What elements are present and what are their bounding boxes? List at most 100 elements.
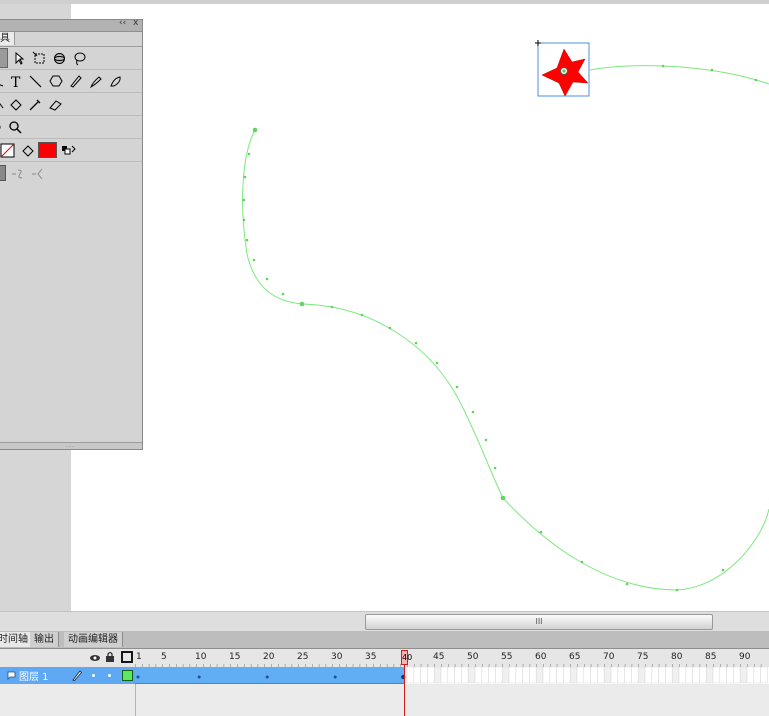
frame-label: 30 (331, 652, 343, 662)
frame-ruler[interactable]: 1 5 10 15 20 25 30 35 40 45 50 55 60 65 … (135, 649, 769, 667)
frame-label: 20 (263, 652, 275, 662)
stroke-color-icon[interactable] (0, 141, 16, 159)
swap-colors-icon[interactable] (59, 141, 77, 159)
snap-icon[interactable] (0, 165, 6, 181)
timeline-divider (135, 684, 136, 716)
pencil-icon (72, 670, 82, 681)
path-node (625, 582, 629, 586)
path-node (754, 78, 758, 82)
visibility-dot[interactable] (92, 674, 95, 677)
tab-motion-editor[interactable]: 动画编辑器 (64, 632, 123, 647)
star-symbol[interactable] (535, 40, 590, 97)
timeline-panel: 时间轴 输出 动画编辑器 1 5 10 15 20 25 30 35 40 45… (0, 631, 769, 716)
text-icon[interactable]: T (6, 72, 24, 90)
frame-label: 90 (739, 652, 751, 662)
path-node (265, 277, 269, 281)
path-node (242, 218, 246, 222)
frame-label: 5 (161, 652, 167, 662)
brush-icon[interactable] (86, 72, 104, 90)
frame-label: 55 (501, 652, 513, 662)
outline-icon[interactable] (121, 651, 133, 663)
tools-tab[interactable]: 具 (0, 32, 15, 45)
eyedropper-icon[interactable] (26, 95, 44, 113)
path-node (388, 326, 392, 330)
smooth-icon[interactable] (8, 164, 26, 182)
tab-timeline[interactable]: 时间轴 (0, 632, 33, 647)
frame-label: 45 (433, 652, 445, 662)
tool-row-fill (0, 93, 142, 116)
3d-rotation-icon[interactable] (50, 49, 68, 67)
path-node (242, 198, 246, 202)
fill-swatch[interactable] (38, 142, 57, 158)
path-node (500, 495, 506, 501)
layer-info[interactable]: 图层 1 (0, 667, 135, 684)
path-node (243, 175, 247, 179)
tools-panel[interactable]: ‹‹ x 具 T ...... (0, 18, 143, 450)
hand-icon[interactable] (0, 118, 4, 136)
crosshair-icon (535, 40, 541, 46)
tool-row-select (0, 47, 142, 70)
path-node (435, 361, 439, 365)
layer-frames[interactable] (135, 667, 769, 684)
stage-artwork (242, 40, 769, 592)
panel-resize-grip[interactable]: ...... (0, 442, 142, 449)
straighten-icon[interactable] (28, 164, 46, 182)
line-icon[interactable] (26, 72, 44, 90)
path-node (721, 568, 725, 572)
path-node (661, 64, 665, 68)
keyframe-dot (401, 674, 406, 680)
pencil-icon[interactable] (66, 72, 84, 90)
stage-horizontal-scrollbar[interactable]: III (0, 611, 769, 632)
free-transform-icon[interactable] (30, 49, 48, 67)
frame-label: 35 (365, 652, 377, 662)
scrollbar-thumb[interactable]: III (365, 614, 713, 630)
path-node (493, 466, 497, 470)
layer-row[interactable]: 图层 1 (0, 667, 769, 684)
path-node (539, 530, 543, 534)
close-icon[interactable]: x (133, 18, 138, 28)
lock-dot[interactable] (108, 674, 111, 677)
rect-icon[interactable] (46, 72, 64, 90)
frame-label: 1 (136, 652, 142, 662)
lock-icon[interactable] (105, 651, 115, 663)
motion-path[interactable] (242, 129, 769, 591)
frame-label: 10 (195, 652, 207, 662)
svg-text:T: T (11, 75, 21, 89)
path-node (281, 292, 285, 296)
path-node (330, 305, 334, 309)
path-node (247, 152, 251, 156)
bone-icon[interactable] (0, 95, 4, 113)
stage-canvas[interactable] (71, 4, 769, 611)
lasso-icon[interactable] (70, 49, 88, 67)
collapse-icon[interactable]: ‹‹ (119, 18, 126, 28)
eraser-icon[interactable] (46, 95, 64, 113)
layer-name[interactable]: 图层 1 (19, 668, 49, 683)
tab-output[interactable]: 输出 (30, 632, 59, 647)
arrow-icon[interactable] (0, 48, 8, 68)
keyframe-dot (197, 675, 201, 679)
path-node (360, 313, 364, 317)
zoom-icon[interactable] (6, 118, 24, 136)
path-node (414, 341, 418, 345)
subselect-icon[interactable] (10, 49, 28, 67)
motion-path-top[interactable] (589, 65, 769, 85)
paint-bucket-icon[interactable] (6, 95, 24, 113)
path-node (245, 238, 249, 242)
tools-panel-titlebar[interactable]: ‹‹ x (0, 18, 142, 32)
tween-keyframes (136, 674, 406, 680)
frame-label: 80 (671, 652, 683, 662)
frame-label: 25 (297, 652, 309, 662)
layer-outline-color[interactable] (122, 670, 133, 681)
path-node (580, 560, 584, 564)
frame-label: 70 (603, 652, 615, 662)
keyframe-dot (333, 675, 337, 679)
tool-row-draw: T (0, 70, 142, 93)
fill-color-icon[interactable] (18, 141, 36, 159)
path-node (484, 438, 488, 442)
pen-icon[interactable] (0, 72, 4, 90)
deco-icon[interactable] (106, 72, 124, 90)
eye-icon[interactable] (89, 652, 101, 663)
path-node (455, 385, 459, 389)
keyframe-dot (265, 675, 269, 679)
timeline-header: 1 5 10 15 20 25 30 35 40 45 50 55 60 65 … (0, 649, 769, 668)
